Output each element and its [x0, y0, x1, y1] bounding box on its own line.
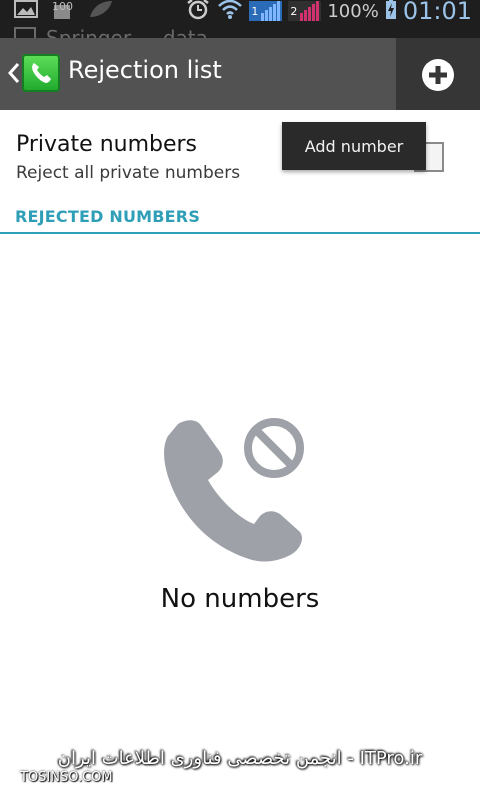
page-title: Rejection list	[68, 56, 222, 84]
leaf-icon	[88, 0, 114, 23]
add-number-button[interactable]	[396, 38, 480, 110]
sim1-signal-icon: 1	[249, 1, 283, 21]
blocked-phone-icon	[160, 414, 310, 568]
phone-app-icon[interactable]	[22, 54, 60, 92]
background-notification-text: Springer ... data	[46, 26, 208, 38]
section-divider	[0, 232, 480, 234]
watermark-persian: انجمن تخصصی فناوری اطلاعات ایران - ITPro…	[57, 748, 423, 769]
sim2-label: 2	[290, 4, 298, 18]
sim2-signal-icon: 2	[288, 1, 322, 21]
watermark-site: TOSINSO.COM	[20, 770, 113, 785]
add-number-label: Add number	[304, 136, 404, 156]
sim1-label: 1	[251, 4, 259, 18]
empty-state-text: No numbers	[160, 584, 320, 614]
notification-count: 100	[52, 0, 73, 13]
plus-circle-icon[interactable]	[421, 58, 455, 92]
gallery-icon	[14, 0, 38, 22]
private-numbers-summary: Reject all private numbers	[16, 163, 241, 183]
alarm-icon	[185, 0, 211, 24]
battery-charging-icon	[385, 0, 397, 24]
notification-count-icon: 100	[52, 0, 74, 21]
battery-percent: 100%	[327, 0, 379, 22]
rejected-numbers-header: REJECTED NUMBERS	[15, 207, 201, 226]
notification-checkbox-icon	[14, 27, 36, 38]
back-chevron-icon[interactable]	[4, 58, 24, 88]
status-bar: 100 1 2 100% 01:01 Springer ... data	[0, 0, 480, 38]
add-number-popup[interactable]: Add number	[282, 122, 426, 170]
private-numbers-title: Private numbers	[16, 132, 198, 157]
action-bar: Rejection list	[0, 38, 480, 110]
status-time: 01:01	[402, 0, 472, 25]
wifi-icon	[217, 0, 243, 24]
background-notification: Springer ... data	[14, 26, 208, 38]
